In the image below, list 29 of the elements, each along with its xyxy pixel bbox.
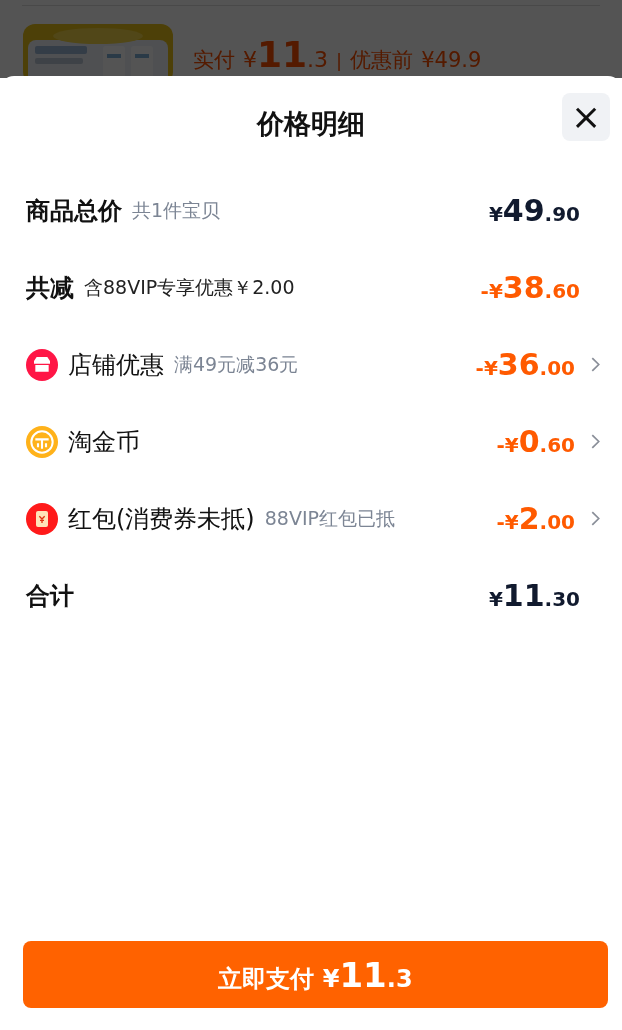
original-price-label: 优惠前 [350, 47, 414, 74]
paid-price: ¥11.3 [243, 34, 329, 75]
coin-icon [26, 425, 58, 458]
row-label: 店铺优惠 [68, 349, 164, 381]
chevron-icon[interactable] [591, 434, 600, 449]
chevron-icon[interactable] [591, 357, 600, 372]
row-amount: -¥0.60 [496, 424, 575, 459]
original-price: ¥49.9 [421, 48, 482, 72]
row-label: 合计 [26, 580, 74, 612]
row-label: 淘金币 [68, 426, 140, 458]
row-label: 商品总价 [26, 195, 122, 227]
row-amount: -¥38.60 [480, 270, 580, 305]
paid-label: 实付 [193, 47, 235, 74]
row-amount: ¥11.30 [488, 578, 580, 613]
price-separator: | [336, 50, 343, 71]
row-note: 共1件宝贝 [132, 197, 221, 223]
row-amount: -¥2.00 [496, 501, 575, 536]
sheet-title: 价格明细 [257, 107, 365, 141]
store-icon [26, 348, 58, 381]
row-note: 88VIP红包已抵 [264, 505, 395, 531]
row-label: 共减 [26, 272, 74, 304]
row-amount: -¥36.00 [475, 347, 575, 382]
row-amount: ¥49.90 [488, 193, 580, 228]
close-button[interactable]: × [562, 93, 610, 141]
row-label: 红包(消费券未抵) [68, 503, 255, 535]
envelope-icon [26, 502, 58, 535]
chevron-icon[interactable] [591, 511, 600, 526]
row-note: 含88VIP专享优惠￥2.00 [84, 274, 295, 300]
row-note: 满49元减36元 [174, 351, 299, 377]
